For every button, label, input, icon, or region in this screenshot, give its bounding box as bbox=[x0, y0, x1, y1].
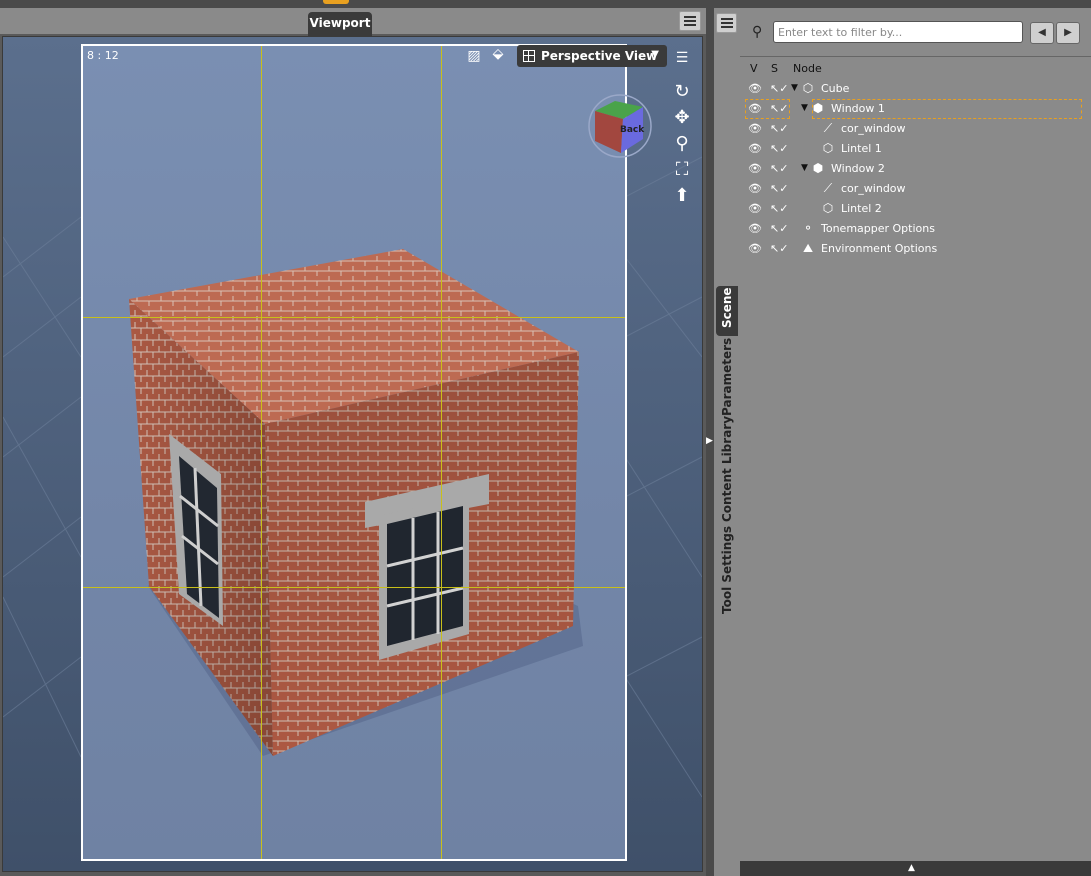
view-cube-label: Back bbox=[620, 125, 645, 135]
filter-input[interactable]: Enter text to filter by... bbox=[773, 21, 1023, 43]
pan-icon[interactable]: ✥ bbox=[671, 107, 693, 129]
tab-viewport[interactable]: Viewport bbox=[308, 12, 372, 36]
eye-icon[interactable]: 👁 bbox=[748, 142, 766, 155]
cube-icon: ⬡ bbox=[822, 141, 834, 155]
node-label: Lintel 1 bbox=[841, 142, 882, 155]
expand-arrow-icon[interactable]: ▼ bbox=[801, 103, 808, 113]
group-icon: ⬢ bbox=[812, 101, 824, 115]
eye-icon[interactable]: 👁 bbox=[748, 242, 766, 255]
viewport-tabbar: Viewport bbox=[0, 8, 706, 36]
eye-icon[interactable]: 👁 bbox=[748, 162, 766, 175]
scene-toolbar: ⚲ Enter text to filter by... ◀ ▶ bbox=[740, 8, 1091, 48]
node-label: cor_window bbox=[841, 122, 906, 135]
eye-icon[interactable]: 👁 bbox=[748, 182, 766, 195]
select-cursor-icon[interactable]: ↖✓ bbox=[770, 202, 788, 215]
scene-bottom-bar: ▲ bbox=[740, 861, 1091, 876]
reset-view-icon[interactable]: ⬆ bbox=[671, 185, 693, 207]
viewport-menu-button[interactable] bbox=[679, 11, 701, 31]
view-cube[interactable]: Back bbox=[587, 93, 653, 159]
eye-icon[interactable]: 👁 bbox=[748, 202, 766, 215]
node-label: Cube bbox=[821, 82, 850, 95]
bone-icon: ⟋ bbox=[823, 121, 833, 135]
tonemapper-icon: ⚬ bbox=[802, 221, 814, 235]
draw-style-icon[interactable]: ⬙ bbox=[487, 43, 509, 65]
tab-scene[interactable]: Scene bbox=[716, 286, 738, 336]
eye-icon[interactable]: 👁 bbox=[748, 102, 766, 115]
timecode: 8 : 12 bbox=[87, 49, 119, 62]
eye-icon[interactable]: 👁 bbox=[748, 122, 766, 135]
active-indicator bbox=[323, 0, 349, 4]
select-cursor-icon[interactable]: ↖✓ bbox=[770, 82, 788, 95]
cube-icon: ⬡ bbox=[822, 201, 834, 215]
tree-row-window-2[interactable]: 👁 ↖✓ ▼ ⬢ Window 2 bbox=[740, 159, 1091, 179]
tree-row-tonemapper-options[interactable]: 👁 ↖✓ ⚬ Tonemapper Options bbox=[740, 219, 1091, 239]
eye-icon[interactable]: 👁 bbox=[748, 82, 766, 95]
select-cursor-icon[interactable]: ↖✓ bbox=[770, 242, 788, 255]
bone-icon: ⟋ bbox=[823, 181, 833, 195]
node-label: Window 1 bbox=[831, 102, 885, 115]
tab-content-library[interactable]: Content Library bbox=[716, 416, 738, 530]
viewport-canvas[interactable]: 8 : 12 ▨ ⬙ Perspective View ▼ ☰ Back ↻ ✥… bbox=[2, 36, 703, 872]
scene-panel: ⚲ Enter text to filter by... ◀ ▶ V S Nod… bbox=[740, 8, 1091, 876]
tree-row-cor-window-2[interactable]: 👁 ↖✓ ⟋ cor_window bbox=[740, 179, 1091, 199]
next-button[interactable]: ▶ bbox=[1056, 22, 1080, 44]
guide-vertical-right bbox=[441, 46, 442, 859]
column-visible[interactable]: V bbox=[750, 62, 758, 75]
select-cursor-icon[interactable]: ↖✓ bbox=[770, 162, 788, 175]
select-cursor-icon[interactable]: ↖✓ bbox=[770, 122, 788, 135]
top-strip bbox=[0, 0, 1091, 8]
panel-splitter[interactable]: ▶ bbox=[706, 8, 714, 876]
node-label: Lintel 2 bbox=[841, 202, 882, 215]
grid-icon bbox=[523, 50, 535, 62]
side-tabs: Scene Parameters Content Library Tool Se… bbox=[714, 8, 740, 876]
perspective-view-dropdown[interactable]: Perspective View ▼ bbox=[517, 45, 667, 67]
tree-header: V S Node bbox=[740, 57, 1091, 77]
search-icon[interactable]: ⚲ bbox=[752, 24, 762, 40]
scene-render bbox=[83, 46, 625, 859]
viewport-options-icon[interactable]: ☰ bbox=[671, 47, 693, 69]
zoom-icon[interactable]: ⚲ bbox=[671, 133, 693, 155]
node-label: Tonemapper Options bbox=[821, 222, 935, 235]
guide-horizontal-bottom bbox=[83, 587, 625, 588]
tree-row-lintel-1[interactable]: 👁 ↖✓ ⬡ Lintel 1 bbox=[740, 139, 1091, 159]
previous-button[interactable]: ◀ bbox=[1030, 22, 1054, 44]
column-node[interactable]: Node bbox=[793, 62, 822, 75]
environment-icon: ⛰ bbox=[802, 241, 814, 255]
guide-horizontal-top bbox=[83, 317, 625, 318]
pane-menu-button[interactable] bbox=[716, 13, 737, 33]
frame-icon[interactable]: ⛶ bbox=[671, 159, 693, 181]
tree-row-environment-options[interactable]: 👁 ↖✓ ⛰ Environment Options bbox=[740, 239, 1091, 259]
eye-icon[interactable]: 👁 bbox=[748, 222, 766, 235]
chevron-down-icon: ▼ bbox=[651, 49, 659, 60]
expand-up-icon[interactable]: ▲ bbox=[908, 863, 915, 873]
node-label: Environment Options bbox=[821, 242, 938, 255]
select-cursor-icon[interactable]: ↖✓ bbox=[770, 222, 788, 235]
node-label: cor_window bbox=[841, 182, 906, 195]
tree-row-lintel-2[interactable]: 👁 ↖✓ ⬡ Lintel 2 bbox=[740, 199, 1091, 219]
select-cursor-icon[interactable]: ↖✓ bbox=[770, 142, 788, 155]
tree-row-cor-window-1[interactable]: 👁 ↖✓ ⟋ cor_window bbox=[740, 119, 1091, 139]
column-selectable[interactable]: S bbox=[771, 62, 778, 75]
render-toggle-icon[interactable]: ▨ bbox=[463, 45, 485, 67]
tab-tool-settings[interactable]: Tool Settings bbox=[716, 526, 738, 618]
collapse-arrow-icon[interactable]: ▶ bbox=[706, 436, 713, 446]
perspective-view-label: Perspective View bbox=[541, 49, 658, 63]
cube-icon: ⬡ bbox=[802, 81, 814, 95]
viewport-pane: Viewport 8: 12 ▨ ⬙ Perspective View ▼ ☰… bbox=[0, 8, 706, 876]
camera-frame bbox=[81, 44, 627, 861]
select-cursor-icon[interactable]: ↖✓ bbox=[770, 182, 788, 195]
expand-arrow-icon[interactable]: ▼ bbox=[791, 83, 798, 93]
group-icon: ⬢ bbox=[812, 161, 824, 175]
node-label: Window 2 bbox=[831, 162, 885, 175]
guide-vertical-left bbox=[261, 46, 262, 859]
tree-row-cube[interactable]: 👁 ↖✓ ▼ ⬡ Cube bbox=[740, 79, 1091, 99]
scene-tree: V S Node 👁 ↖✓ ▼ ⬡ Cube 👁 ↖✓ ▼ ⬢ Window 1… bbox=[740, 56, 1091, 862]
select-cursor-icon[interactable]: ↖✓ bbox=[770, 102, 788, 115]
tab-parameters[interactable]: Parameters bbox=[716, 338, 738, 420]
expand-arrow-icon[interactable]: ▼ bbox=[801, 163, 808, 173]
orbit-icon[interactable]: ↻ bbox=[671, 81, 693, 103]
tree-row-window-1[interactable]: 👁 ↖✓ ▼ ⬢ Window 1 bbox=[740, 99, 1091, 119]
